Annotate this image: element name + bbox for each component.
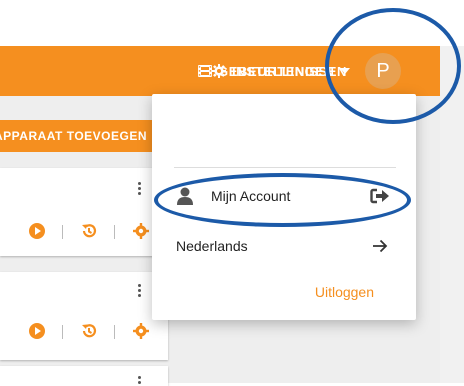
separator xyxy=(62,325,63,339)
separator xyxy=(62,225,63,239)
add-device-button[interactable]: APPARAAT TOEVOEGEN xyxy=(0,120,168,152)
kebab-menu-icon[interactable] xyxy=(138,374,142,386)
nav-settings-label: INSTELLINGEN xyxy=(232,63,335,79)
annotation-circle-account xyxy=(154,173,411,227)
menu-item-language-label: Nederlands xyxy=(176,238,248,254)
gear-icon[interactable] xyxy=(132,322,150,340)
separator xyxy=(114,325,115,339)
gear-icon[interactable] xyxy=(132,222,150,240)
history-icon[interactable] xyxy=(80,222,98,240)
device-card xyxy=(0,168,168,256)
annotation-circle-avatar xyxy=(325,8,461,124)
kebab-menu-icon[interactable] xyxy=(138,180,142,197)
device-card xyxy=(0,366,168,386)
play-icon[interactable] xyxy=(28,322,46,340)
device-card xyxy=(0,272,168,360)
add-device-label: APPARAAT TOEVOEGEN xyxy=(0,129,148,143)
separator xyxy=(114,225,115,239)
play-icon[interactable] xyxy=(28,222,46,240)
device-actions xyxy=(0,208,168,256)
gear-icon xyxy=(212,64,226,78)
menu-item-language[interactable]: Nederlands xyxy=(152,226,416,266)
kebab-menu-icon[interactable] xyxy=(138,282,142,299)
film-icon xyxy=(198,65,212,77)
menu-divider xyxy=(174,167,396,168)
device-actions xyxy=(0,308,168,356)
logout-link[interactable]: Uitloggen xyxy=(315,284,374,300)
arrow-right-icon xyxy=(373,239,388,253)
history-icon[interactable] xyxy=(80,322,98,340)
